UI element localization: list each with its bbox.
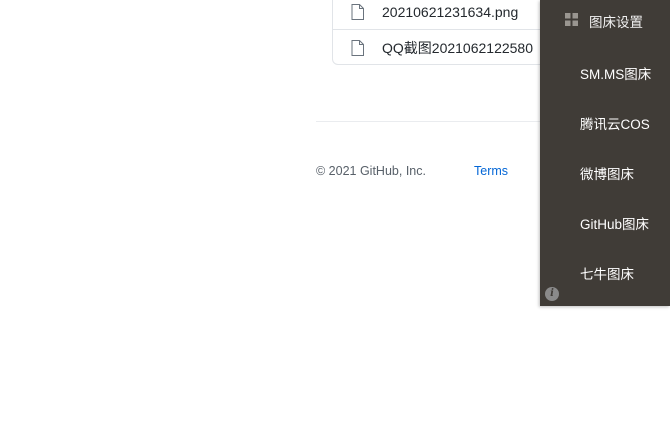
file-name-link[interactable]: QQ截图2021062122580 bbox=[382, 38, 533, 58]
file-name-link[interactable]: 20210621231634.png bbox=[382, 4, 518, 20]
file-icon bbox=[351, 3, 364, 20]
file-row[interactable]: QQ截图2021062122580 bbox=[333, 29, 573, 64]
file-icon bbox=[351, 39, 364, 56]
menu-item-label: 腾讯云COS bbox=[580, 117, 650, 132]
panel-title: 图床设置 bbox=[589, 15, 643, 30]
menu-item-label: SM.MS图床 bbox=[580, 67, 652, 82]
copyright-text: © 2021 GitHub, Inc. bbox=[316, 164, 426, 178]
info-icon[interactable]: i bbox=[545, 287, 559, 301]
panel-header[interactable]: 图床设置 bbox=[540, 0, 670, 38]
menu-item-smms[interactable]: SM.MS图床 bbox=[540, 55, 670, 89]
menu-item-label: 七牛图床 bbox=[580, 267, 634, 282]
file-list: 20210621231634.png QQ截图2021062122580 bbox=[332, 0, 574, 65]
menu-item-label: GitHub图床 bbox=[580, 217, 650, 232]
menu-item-github[interactable]: GitHub图床 bbox=[540, 205, 670, 239]
menu-item-label: 微博图床 bbox=[580, 167, 634, 182]
page: 20210621231634.png QQ截图2021062122580 © 2… bbox=[0, 0, 670, 428]
file-row[interactable]: 20210621231634.png bbox=[333, 0, 573, 29]
footer-divider bbox=[316, 121, 556, 122]
terms-link[interactable]: Terms bbox=[474, 164, 508, 178]
menu-item-tencent-cos[interactable]: 腾讯云COS bbox=[540, 105, 670, 139]
grid-icon bbox=[565, 13, 578, 26]
menu-item-weibo[interactable]: 微博图床 bbox=[540, 155, 670, 189]
image-host-settings-panel: 图床设置 SM.MS图床 腾讯云COS 微博图床 GitHub图床 七牛图床 bbox=[540, 0, 670, 306]
menu-item-qiniu[interactable]: 七牛图床 bbox=[540, 255, 670, 289]
